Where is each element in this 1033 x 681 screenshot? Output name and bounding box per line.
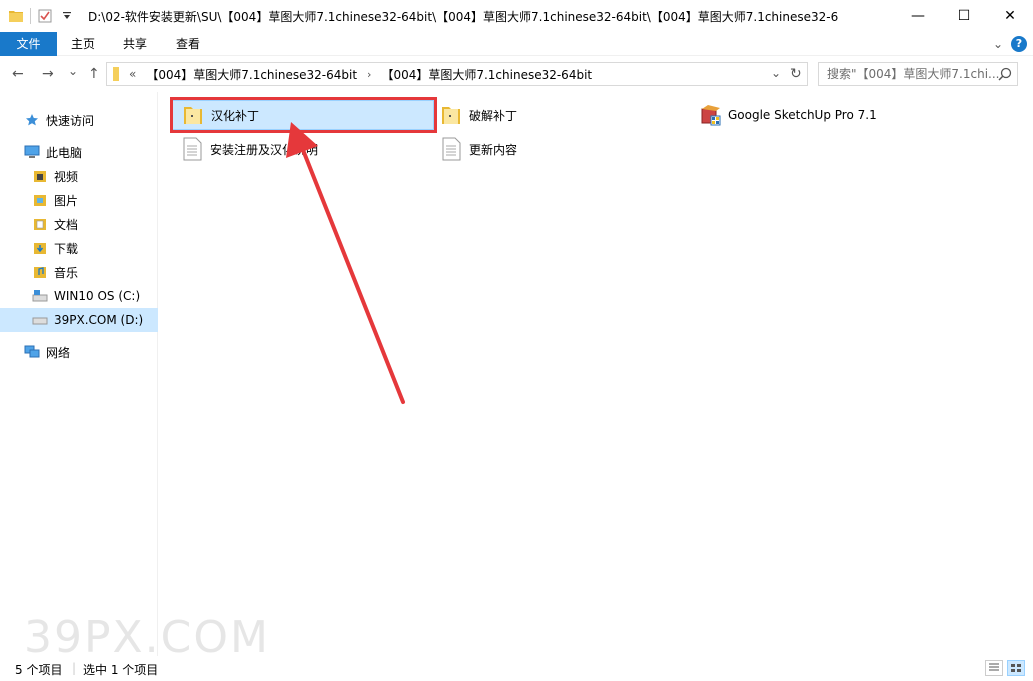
title-bar: D:\02-软件安装更新\SU\【004】草图大师7.1chinese32-64… xyxy=(0,0,1033,32)
ribbon-tabs: 文件 主页 共享 查看 ⌄ ? xyxy=(0,32,1033,56)
sidebar-item-drive-c[interactable]: WIN10 OS (C:) xyxy=(0,285,158,307)
maximize-icon: ☐ xyxy=(957,8,971,24)
sidebar-item-network[interactable]: 网络 xyxy=(0,341,158,363)
sketchup-installer-icon xyxy=(698,103,722,127)
toolbar-divider xyxy=(30,8,31,24)
breadcrumb-overflow[interactable]: « xyxy=(129,67,136,81)
search-input[interactable]: 搜索"【004】草图大师7.1chi... xyxy=(818,62,1018,86)
documents-folder-icon xyxy=(32,216,48,232)
forward-button[interactable]: → xyxy=(42,66,54,82)
tab-view[interactable]: 查看 xyxy=(165,32,211,56)
quick-access-toolbar xyxy=(0,0,81,32)
star-icon xyxy=(24,112,40,128)
refresh-button[interactable]: ↻ xyxy=(790,66,802,82)
file-item-install-guide[interactable]: 安装注册及汉化说明 xyxy=(180,134,318,164)
status-bar: 5 个项目 | 选中 1 个项目 xyxy=(0,656,1033,681)
back-button[interactable]: ← xyxy=(12,66,24,82)
sidebar-item-label: 下载 xyxy=(54,241,79,256)
recent-locations-button[interactable]: ⌄ xyxy=(68,64,78,78)
sidebar-item-label: 文档 xyxy=(54,217,79,232)
breadcrumb-item[interactable]: 【004】草图大师7.1chinese32-64bit xyxy=(381,66,592,83)
address-bar[interactable]: « 【004】草图大师7.1chinese32-64bit › 【004】草图大… xyxy=(106,62,808,86)
sidebar-item-drive-d[interactable]: 39PX.COM (D:) xyxy=(0,308,158,332)
sidebar-item-label: 网络 xyxy=(46,345,71,360)
file-item-sketchup-installer[interactable]: Google SketchUp Pro 7.1 xyxy=(698,100,877,130)
status-divider: | xyxy=(72,661,77,675)
properties-icon[interactable] xyxy=(37,8,53,24)
sidebar-item-label: 此电脑 xyxy=(46,145,83,160)
sidebar-item-label: 39PX.COM (D:) xyxy=(54,313,144,327)
system-drive-icon xyxy=(32,288,48,304)
close-button[interactable]: ✕ xyxy=(987,0,1033,32)
up-button[interactable]: ↑ xyxy=(88,66,100,82)
sidebar-item-label: WIN10 OS (C:) xyxy=(54,289,141,303)
close-icon: ✕ xyxy=(1004,8,1016,24)
downloads-folder-icon xyxy=(32,240,48,256)
minimize-button[interactable]: — xyxy=(895,0,941,32)
file-name: 汉化补丁 xyxy=(211,108,260,123)
breadcrumb-item[interactable]: 【004】草图大师7.1chinese32-64bit xyxy=(146,66,357,83)
sidebar-item-this-pc[interactable]: 此电脑 xyxy=(0,141,158,163)
folder-icon xyxy=(439,103,463,127)
text-file-icon xyxy=(439,137,463,161)
item-count: 5 个项目 xyxy=(15,663,63,677)
drive-icon xyxy=(32,312,48,328)
file-item-changelog[interactable]: 更新内容 xyxy=(439,134,517,164)
address-row: ← → ⌄ ↑ « 【004】草图大师7.1chinese32-64bit › … xyxy=(0,56,1033,92)
file-item-hanhua-patch[interactable]: 汉化补丁 xyxy=(172,100,434,130)
sidebar-item-quick-access[interactable]: 快速访问 xyxy=(0,109,158,131)
file-name: 安装注册及汉化说明 xyxy=(210,142,319,157)
text-file-icon xyxy=(180,137,204,161)
selected-count: 选中 1 个项目 xyxy=(83,663,159,677)
folder-icon xyxy=(113,67,121,81)
video-folder-icon xyxy=(32,168,48,184)
sidebar-item-downloads[interactable]: 下载 xyxy=(0,237,158,259)
large-icons-view-icon[interactable] xyxy=(1007,660,1025,676)
maximize-button[interactable]: ☐ xyxy=(941,0,987,32)
sidebar-item-pictures[interactable]: 图片 xyxy=(0,189,158,211)
sidebar-item-label: 音乐 xyxy=(54,265,79,280)
expand-ribbon-icon[interactable]: ⌄ xyxy=(993,37,1003,51)
computer-icon xyxy=(24,144,40,160)
file-name: Google SketchUp Pro 7.1 xyxy=(728,108,877,122)
ribbon-controls: ⌄ ? xyxy=(993,36,1027,52)
tab-file[interactable]: 文件 xyxy=(0,32,57,56)
pictures-folder-icon xyxy=(32,192,48,208)
breadcrumb-chevron-icon[interactable]: › xyxy=(367,68,371,81)
sidebar-item-videos[interactable]: 视频 xyxy=(0,165,158,187)
view-switcher xyxy=(985,660,1025,676)
file-item-crack-patch[interactable]: 破解补丁 xyxy=(439,100,517,130)
tab-share[interactable]: 共享 xyxy=(112,32,158,56)
sidebar-item-label: 快速访问 xyxy=(46,113,95,128)
navigation-pane: 快速访问 此电脑 视频 图片 文档 下载 音乐 WIN10 OS (C:) 39… xyxy=(0,92,158,656)
sidebar-item-documents[interactable]: 文档 xyxy=(0,213,158,235)
tab-home[interactable]: 主页 xyxy=(60,32,106,56)
file-name: 更新内容 xyxy=(469,142,518,157)
file-list xyxy=(159,92,1033,656)
details-view-icon[interactable] xyxy=(985,660,1003,676)
folder-icon xyxy=(8,8,24,24)
network-icon xyxy=(24,344,40,360)
sidebar-item-label: 视频 xyxy=(54,169,79,184)
folder-icon xyxy=(181,103,205,127)
help-icon[interactable]: ? xyxy=(1011,36,1027,52)
address-dropdown-button[interactable]: ⌄ xyxy=(771,66,781,80)
sidebar-item-label: 图片 xyxy=(54,193,79,208)
search-icon[interactable] xyxy=(998,67,1012,84)
music-folder-icon xyxy=(32,264,48,280)
sidebar-item-music[interactable]: 音乐 xyxy=(0,261,158,283)
customize-toolbar-icon[interactable] xyxy=(59,8,75,24)
window-controls: — ☐ ✕ xyxy=(895,0,1033,32)
window-title: D:\02-软件安装更新\SU\【004】草图大师7.1chinese32-64… xyxy=(88,10,839,24)
minimize-icon: — xyxy=(911,8,925,24)
file-name: 破解补丁 xyxy=(469,108,518,123)
